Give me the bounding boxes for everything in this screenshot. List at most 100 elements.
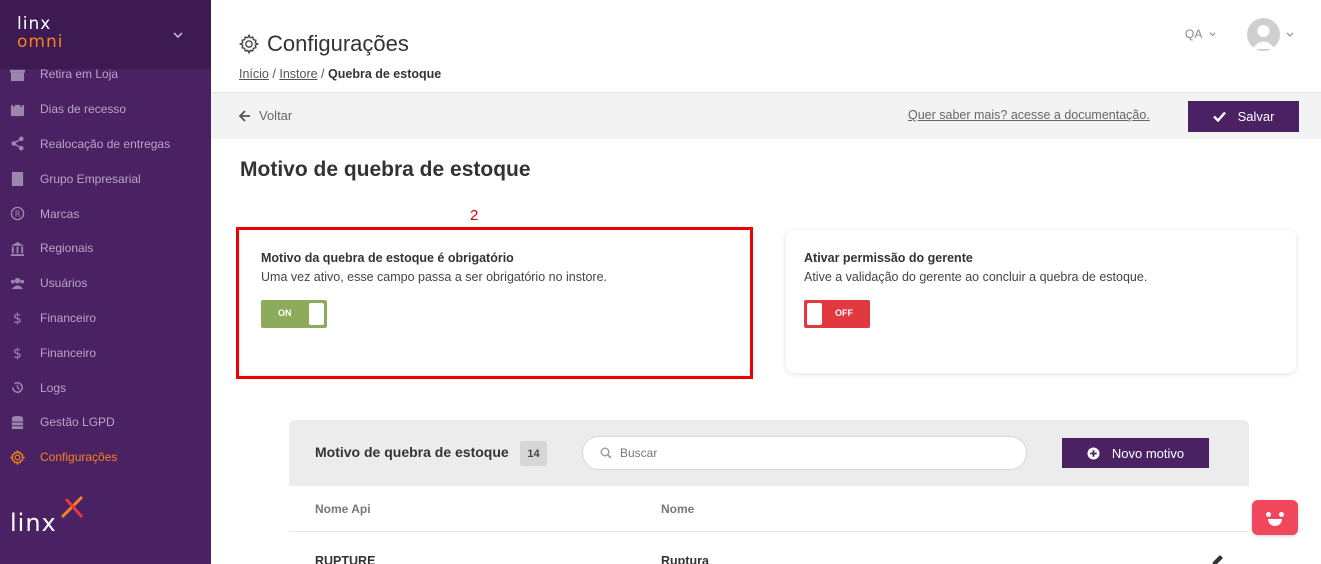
share-icon <box>8 135 26 153</box>
documentation-link[interactable]: Quer saber mais? acesse a documentação. <box>908 108 1150 122</box>
toggle-state-label: ON <box>278 308 292 318</box>
page-title-text: Configurações <box>267 31 409 56</box>
linx-footer-logo: linx <box>10 493 90 543</box>
chat-face-eye <box>1279 512 1284 517</box>
back-label: Voltar <box>259 108 293 123</box>
chevron-down-icon <box>1209 31 1216 36</box>
sidebar-item-label: Financeiro <box>40 345 97 360</box>
table-cell-name: Ruptura <box>661 554 709 564</box>
sidebar-item-label: Retira em Loja <box>40 67 119 82</box>
back-button[interactable]: Voltar <box>239 108 292 123</box>
sidebar-item-gestao-lgpd[interactable]: Gestão LGPD <box>0 405 211 440</box>
card-title: Ativar permissão do gerente <box>804 251 973 265</box>
sidebar-item-label: Regionais <box>40 241 94 256</box>
svg-text:$: $ <box>12 312 21 326</box>
user-menu[interactable] <box>1247 18 1295 51</box>
sidebar-item-label: Financeiro <box>40 310 97 325</box>
brand-header[interactable]: linx omni <box>0 0 211 69</box>
section-title: Motivo de quebra de estoque <box>240 158 531 181</box>
plus-circle-icon <box>1087 446 1100 460</box>
table-cell-api: RUPTURE <box>315 554 376 564</box>
sidebar-item-marcas[interactable]: R Marcas <box>0 196 211 231</box>
history-icon <box>8 379 26 397</box>
sidebar-item-label: Dias de recesso <box>40 102 127 117</box>
breadcrumb-separator: / <box>272 67 276 81</box>
new-reason-label: Novo motivo <box>1111 445 1185 461</box>
breadcrumb: Início / Instore / Quebra de estoque <box>239 67 441 81</box>
annotation-number: 2 <box>470 207 479 224</box>
check-icon <box>1212 111 1226 122</box>
table-title: Motivo de quebra de estoque <box>315 444 509 460</box>
action-bar: Voltar Quer saber mais? acesse a documen… <box>211 92 1321 139</box>
environment-label: QA <box>1185 27 1203 41</box>
calendar-icon <box>8 100 26 118</box>
column-header-nome-api: Nome Api <box>315 502 371 516</box>
save-button[interactable]: Salvar <box>1188 101 1299 132</box>
linx-x-mark-icon <box>60 495 84 519</box>
users-icon <box>8 274 26 292</box>
arrow-left-icon <box>239 109 250 122</box>
card-title: Motivo da quebra de estoque é obrigatóri… <box>261 251 514 265</box>
sidebar-item-label: Realocação de entregas <box>40 136 171 151</box>
environment-selector[interactable]: QA <box>1185 27 1217 41</box>
breadcrumb-current: Quebra de estoque <box>328 67 442 81</box>
row-divider <box>289 531 1249 532</box>
column-header-nome: Nome <box>661 502 695 516</box>
dollar-icon: $ <box>8 344 26 362</box>
chevron-down-icon <box>1286 32 1294 37</box>
manager-permission-toggle[interactable]: OFF <box>804 300 870 328</box>
bank-icon <box>8 239 26 257</box>
user-icon <box>1252 25 1275 49</box>
svg-text:R: R <box>14 209 20 219</box>
sidebar-item-label: Marcas <box>40 206 80 221</box>
table-header-bar: Motivo de quebra de estoque 14 Novo moti… <box>289 420 1249 486</box>
gear-icon <box>239 34 259 54</box>
database-icon <box>8 413 26 431</box>
count-badge: 14 <box>520 441 547 466</box>
page-title: Configurações <box>239 31 409 57</box>
breadcrumb-instore-link[interactable]: Instore <box>279 67 317 81</box>
new-reason-button[interactable]: Novo motivo <box>1062 438 1209 468</box>
required-reason-toggle[interactable]: ON <box>261 300 327 328</box>
top-header: Configurações Início / Instore / Quebra … <box>211 0 1321 92</box>
sidebar-item-label: Grupo Empresarial <box>40 171 141 186</box>
card-description: Uma vez ativo, esse campo passa a ser ob… <box>261 270 608 284</box>
breadcrumb-home-link[interactable]: Início <box>239 67 269 81</box>
save-label: Salvar <box>1237 109 1275 124</box>
dollar-icon: $ <box>8 309 26 327</box>
chat-face-eye <box>1266 512 1271 517</box>
gear-icon <box>8 448 26 466</box>
chat-widget-button[interactable] <box>1252 500 1298 535</box>
sidebar: linx omni Retira em Loja Dias de recesso… <box>0 0 211 564</box>
edit-pencil-icon[interactable] <box>1210 554 1224 564</box>
toggle-knob <box>309 303 324 325</box>
sidebar-item-grupo-empresarial[interactable]: Grupo Empresarial <box>0 161 211 196</box>
sidebar-item-label: Gestão LGPD <box>40 415 115 430</box>
sidebar-item-configuracoes[interactable]: Configurações <box>0 440 211 475</box>
search-icon <box>600 447 612 459</box>
chevron-down-icon[interactable] <box>171 28 185 42</box>
sidebar-item-financeiro-2[interactable]: $ Financeiro <box>0 335 211 370</box>
card-description: Ative a validação do gerente ao concluir… <box>804 270 1148 284</box>
sidebar-item-dias-de-recesso[interactable]: Dias de recesso <box>0 92 211 127</box>
toggle-knob <box>807 303 822 325</box>
chat-face-mouth <box>1268 519 1282 526</box>
building-icon <box>8 170 26 188</box>
search-field[interactable] <box>582 436 1027 470</box>
linx-omni-logo: linx omni <box>17 14 64 52</box>
sidebar-item-usuarios[interactable]: Usuários <box>0 266 211 301</box>
registered-icon: R <box>8 205 26 223</box>
sidebar-item-regionais[interactable]: Regionais <box>0 231 211 266</box>
sidebar-item-label: Configurações <box>40 450 118 465</box>
manager-permission-card: Ativar permissão do gerente Ative a vali… <box>786 230 1296 373</box>
sidebar-item-realocacao-de-entregas[interactable]: Realocação de entregas <box>0 127 211 162</box>
sidebar-item-logs[interactable]: Logs <box>0 370 211 405</box>
sidebar-nav: Retira em Loja Dias de recesso Realocaçã… <box>0 57 211 475</box>
sidebar-item-label: Usuários <box>40 276 88 291</box>
required-reason-card: Motivo da quebra de estoque é obrigatóri… <box>240 230 750 375</box>
search-input[interactable] <box>620 446 1000 460</box>
sidebar-item-financeiro[interactable]: $ Financeiro <box>0 301 211 336</box>
svg-text:$: $ <box>12 346 21 360</box>
avatar <box>1247 18 1280 51</box>
breadcrumb-separator: / <box>321 67 325 81</box>
